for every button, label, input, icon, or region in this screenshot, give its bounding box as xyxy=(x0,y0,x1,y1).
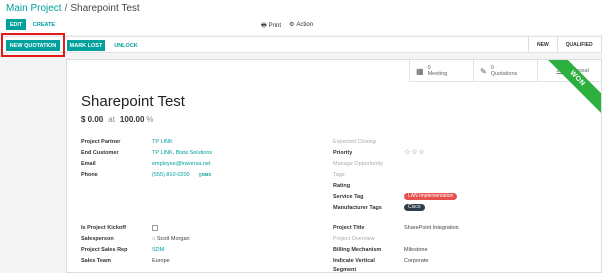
project-partner-value[interactable]: TP LINK xyxy=(152,139,173,145)
user-icon: ⌂ xyxy=(152,236,156,242)
manage-opportunity-label: Manage Opportunity xyxy=(333,161,383,167)
probability[interactable]: 100.00 xyxy=(120,115,144,124)
edit-button[interactable]: EDIT xyxy=(6,19,26,30)
indicate-vertical-label: Indicate Vertical xyxy=(333,258,375,264)
service-tag-label: Service Tag xyxy=(333,194,364,200)
breadcrumb: Main Project / Sharepoint Test xyxy=(6,3,140,14)
project-kickoff-checkbox[interactable] xyxy=(152,225,158,231)
mark-lost-button[interactable]: MARK LOST xyxy=(67,40,105,51)
action-menu[interactable]: ⚙ Action xyxy=(289,21,313,31)
tags-label: Tags xyxy=(333,172,345,178)
salesperson-label: Salesperson xyxy=(81,236,114,242)
manufacturer-tags-label: Manufacturer Tags xyxy=(333,205,382,211)
priority-stars[interactable]: ☆☆☆ xyxy=(404,148,426,156)
manufacturer-tag-badge[interactable]: Cisco xyxy=(404,204,425,211)
gear-icon: ⚙ xyxy=(289,22,295,28)
phone-label: Phone xyxy=(81,172,98,178)
at-label: at xyxy=(108,115,115,124)
breadcrumb-separator: / xyxy=(64,3,68,14)
print-label: Print xyxy=(268,23,282,29)
breadcrumb-parent-link[interactable]: Main Project xyxy=(6,3,62,14)
action-label: Action xyxy=(296,22,314,28)
rating-label: Rating xyxy=(333,183,351,189)
project-title-value[interactable]: SharePoint Integration xyxy=(404,225,459,231)
end-customer-value[interactable]: TP LINK, Bista Solutions xyxy=(152,150,212,156)
statusbar: NEW QUOTATION MARK LOST UNLOCK xyxy=(0,36,602,53)
control-panel: Main Project / Sharepoint Test EDIT CREATE… xyxy=(0,0,602,35)
printer-icon: 🖶 xyxy=(261,23,267,29)
project-kickoff-label: Is Project Kickoff xyxy=(81,225,126,231)
stage-new[interactable]: NEW xyxy=(529,37,558,52)
project-overview-label: Project Overview xyxy=(333,236,375,242)
sales-team-value[interactable]: Europe xyxy=(152,258,170,264)
create-button[interactable]: CREATE xyxy=(31,19,57,30)
indicate-vertical-value[interactable]: Corporate xyxy=(404,258,428,264)
form-sheet: ▦ 0Meeting ✎ 0Quotations ☰ Proposal WON … xyxy=(66,59,602,273)
billing-mechanism-value[interactable]: Milestone xyxy=(404,247,428,253)
breadcrumb-current: Sharepoint Test xyxy=(70,3,140,14)
project-sales-rep-value[interactable]: SDM xyxy=(152,247,164,253)
salesperson-name: Scott Morgan xyxy=(156,236,190,242)
meeting-smart-button[interactable]: ▦ 0 Meeting xyxy=(409,60,473,82)
project-partner-label: Project Partner xyxy=(81,139,121,145)
priority-label: Priority xyxy=(333,150,353,156)
pencil-square-icon: ✎ xyxy=(480,66,487,76)
send-sms-link[interactable]: ▯SMS xyxy=(199,172,211,178)
calendar-icon: ▦ xyxy=(416,66,424,76)
end-customer-label: End Customer xyxy=(81,150,119,156)
segment-label: Segment xyxy=(333,267,357,273)
expected-revenue[interactable]: $ 0.00 xyxy=(81,115,103,124)
email-value[interactable]: employee@traversa.net xyxy=(152,161,210,167)
revenue-line: $ 0.00 at 100.00% xyxy=(81,115,154,124)
print-menu[interactable]: 🖶 Print xyxy=(261,21,281,31)
top-actions: 🖶 Print ⚙ Action xyxy=(261,21,313,31)
percent-sign: % xyxy=(146,115,154,124)
expected-closing-label: Expected Closing xyxy=(333,139,376,145)
new-quotation-highlight-box xyxy=(1,33,65,57)
salesperson-value[interactable]: ⌂ Scott Morgan xyxy=(152,236,190,242)
meeting-label: Meeting xyxy=(427,71,448,77)
quotations-smart-button[interactable]: ✎ 0 Quotations xyxy=(473,60,537,82)
project-title-label: Project Title xyxy=(333,225,365,231)
project-sales-rep-label: Project Sales Rep xyxy=(81,247,128,253)
sales-team-label: Sales Team xyxy=(81,258,111,264)
stage-qualified[interactable]: QUALIFIED xyxy=(558,37,602,52)
quotations-label: Quotations xyxy=(490,71,518,77)
opportunity-title[interactable]: Sharepoint Test xyxy=(81,93,185,110)
service-tag-badge[interactable]: LAN Implementation xyxy=(404,193,458,200)
billing-mechanism-label: Billing Mechanism xyxy=(333,247,382,253)
unlock-button[interactable]: UNLOCK xyxy=(113,40,139,51)
email-label: Email xyxy=(81,161,96,167)
stage-pipeline: NEW QUALIFIED P xyxy=(528,37,602,52)
phone-value[interactable]: (555) 810-0200 xyxy=(152,172,190,178)
sms-label: SMS xyxy=(201,172,212,177)
